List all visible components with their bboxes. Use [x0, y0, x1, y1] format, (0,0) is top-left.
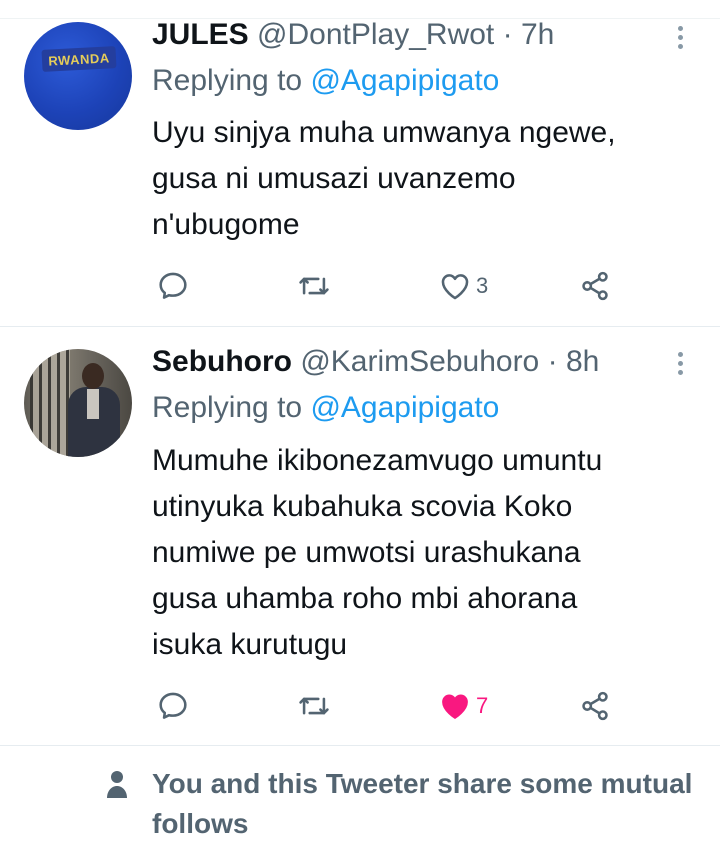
tweet-actions: 3	[0, 266, 720, 306]
tweet-text-line: numiwe pe umwotsi urashukana	[152, 536, 581, 569]
tweet-text-line: Uyu sinjya muha umwanya ngewe,	[152, 116, 616, 149]
tweet-actions: 7	[0, 686, 720, 726]
tweet-text-line: n'ubugome	[152, 208, 300, 241]
replying-to-handle[interactable]: @Agapipigato	[310, 391, 499, 424]
share-icon	[582, 691, 608, 721]
tweet-text-line: utinyuka kubahuka scovia Koko	[152, 490, 573, 523]
like-count: 7	[476, 693, 489, 718]
replying-to: Replying to @Agapipigato	[152, 64, 499, 98]
tweet-text-line: Mumuhe ikibonezamvugo umuntu	[152, 444, 603, 477]
heart-outline-icon	[441, 274, 469, 300]
heart-filled-icon	[442, 694, 468, 719]
share-button[interactable]	[578, 686, 612, 726]
reply-icon	[159, 272, 187, 299]
tweet[interactable]: RWANDA JULES @DontPlay_Rwot · 7h Replyin…	[0, 0, 720, 326]
tweet-text: Uyu sinjya muha umwanya ngewe, gusa ni u…	[152, 110, 692, 248]
replying-to-label: Replying to	[152, 64, 303, 97]
replying-to-label: Replying to	[152, 391, 303, 424]
timestamp[interactable]: 7h	[521, 18, 554, 51]
user-handle[interactable]: @DontPlay_Rwot	[257, 18, 494, 51]
avatar[interactable]	[24, 349, 132, 457]
reply-button[interactable]	[156, 266, 190, 306]
separator-dot: ·	[547, 345, 558, 378]
more-options-icon[interactable]	[675, 26, 685, 49]
like-count: 3	[476, 273, 489, 298]
user-handle[interactable]: @KarimSebuhoro	[300, 345, 539, 378]
retweet-icon	[299, 277, 329, 295]
display-name[interactable]: JULES	[152, 18, 249, 51]
mutual-follows-text: You and this Tweeter share some mutual f…	[152, 768, 693, 839]
replying-to-handle[interactable]: @Agapipigato	[310, 64, 499, 97]
tweet-divider	[0, 745, 720, 746]
tweet-header: Sebuhoro @KarimSebuhoro · 8h	[152, 345, 599, 379]
reply-button[interactable]	[156, 686, 190, 726]
person-icon	[107, 771, 127, 798]
separator-dot: ·	[502, 18, 513, 51]
timestamp[interactable]: 8h	[566, 345, 599, 378]
reply-icon	[159, 692, 187, 719]
tweet-header: JULES @DontPlay_Rwot · 7h	[152, 18, 554, 52]
like-button[interactable]: 7	[438, 686, 488, 726]
replying-to: Replying to @Agapipigato	[152, 391, 499, 425]
retweet-button[interactable]	[296, 266, 332, 306]
tweet-text-line: isuka kurutugu	[152, 628, 348, 661]
retweet-button[interactable]	[296, 686, 332, 726]
display-name[interactable]: Sebuhoro	[152, 345, 292, 378]
avatar-jersey-text: RWANDA	[41, 46, 117, 72]
share-button[interactable]	[578, 266, 612, 306]
retweet-icon	[299, 697, 329, 715]
tweet-text: Mumuhe ikibonezamvugo umuntu utinyuka ku…	[152, 438, 692, 668]
tweet-text-line: gusa ni umusazi uvanzemo	[152, 162, 516, 195]
tweet-text-line: gusa uhamba roho mbi ahorana	[152, 582, 578, 615]
share-icon	[582, 271, 608, 301]
mutual-follows-notice[interactable]: You and this Tweeter share some mutual f…	[0, 760, 720, 851]
more-options-icon[interactable]	[675, 352, 685, 375]
like-button[interactable]: 3	[438, 266, 488, 306]
avatar[interactable]: RWANDA	[24, 22, 132, 130]
